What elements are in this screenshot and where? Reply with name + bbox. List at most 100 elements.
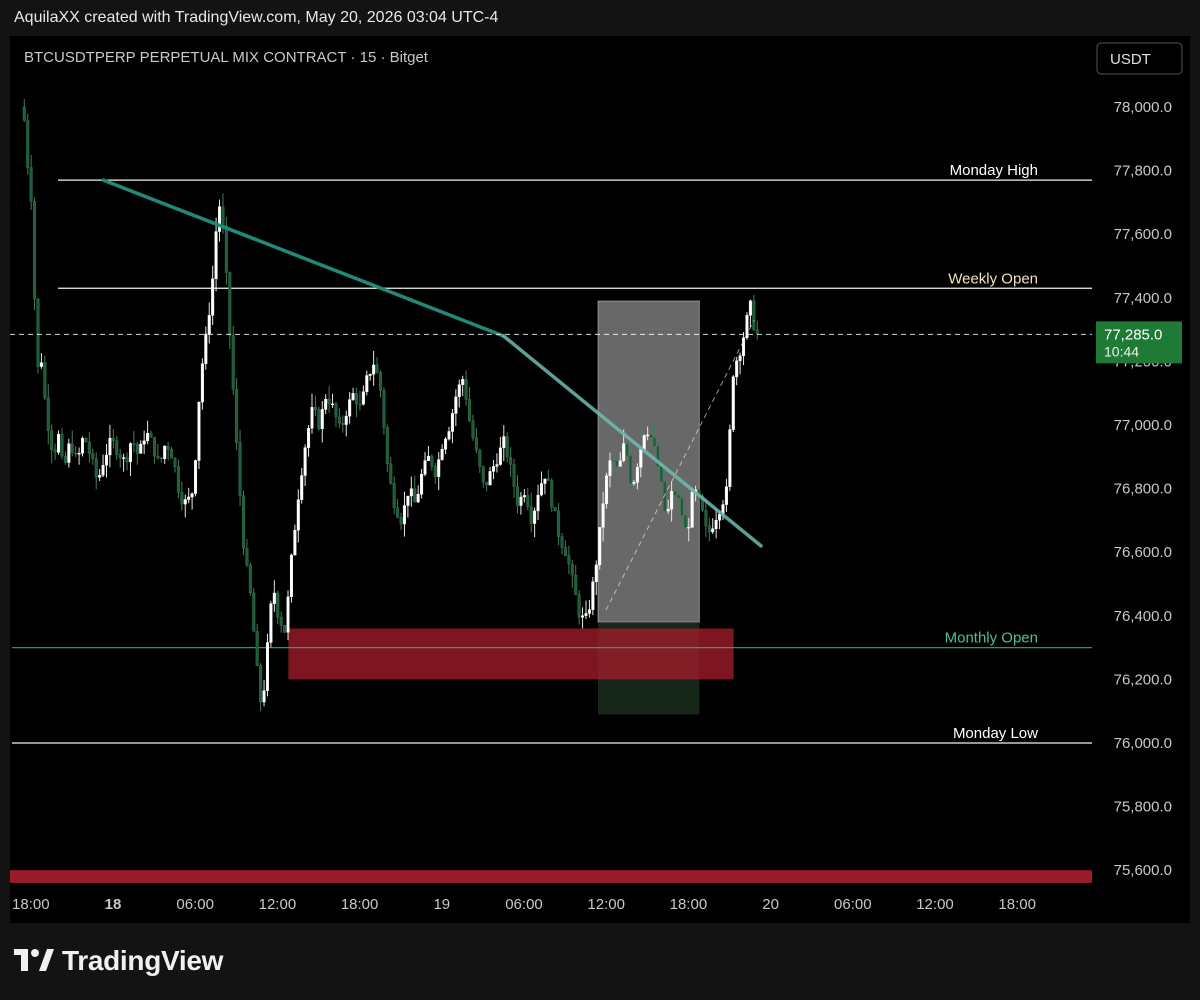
candle[interactable] xyxy=(265,633,269,697)
candle[interactable] xyxy=(629,450,633,488)
candle[interactable] xyxy=(152,437,156,464)
candle[interactable] xyxy=(248,562,252,596)
candle[interactable] xyxy=(492,460,496,480)
candle[interactable] xyxy=(22,98,26,123)
candle[interactable] xyxy=(413,475,417,503)
candle[interactable] xyxy=(211,265,215,326)
price-chart[interactable]: Monday High Weekly Open Monthly Open Monday… xyxy=(10,36,1190,923)
candle[interactable] xyxy=(690,488,694,528)
candle[interactable] xyxy=(94,452,98,490)
candle[interactable] xyxy=(714,508,718,539)
candle[interactable] xyxy=(461,375,465,396)
candle[interactable] xyxy=(409,476,413,507)
candle[interactable] xyxy=(474,427,478,453)
candle[interactable] xyxy=(488,466,492,486)
candle[interactable] xyxy=(63,451,67,465)
candle[interactable] xyxy=(159,456,163,463)
candle[interactable] xyxy=(26,114,30,175)
candle[interactable] xyxy=(423,452,427,477)
candle[interactable] xyxy=(197,401,201,470)
candle[interactable] xyxy=(351,387,355,401)
candle[interactable] xyxy=(173,457,177,473)
candle[interactable] xyxy=(581,607,585,629)
candle[interactable] xyxy=(563,540,567,557)
candle[interactable] xyxy=(406,495,410,518)
candle[interactable] xyxy=(543,478,547,495)
candle[interactable] xyxy=(742,332,746,366)
candle[interactable] xyxy=(310,393,314,434)
candle[interactable] xyxy=(389,456,393,485)
candle[interactable] xyxy=(214,217,218,292)
candle[interactable] xyxy=(437,452,441,491)
candle[interactable] xyxy=(132,431,136,453)
candle[interactable] xyxy=(402,491,406,537)
candle[interactable] xyxy=(553,507,557,512)
candle[interactable] xyxy=(515,475,519,514)
candle[interactable] xyxy=(577,589,581,625)
candle[interactable] xyxy=(67,438,71,468)
candle[interactable] xyxy=(241,490,245,556)
candle[interactable] xyxy=(91,448,95,465)
candle[interactable] xyxy=(187,487,191,504)
candle[interactable] xyxy=(704,498,708,538)
candle[interactable] xyxy=(170,446,174,459)
candle[interactable] xyxy=(39,353,43,369)
candle[interactable] xyxy=(748,299,752,328)
candle[interactable] xyxy=(594,560,598,596)
candle[interactable] xyxy=(738,352,742,375)
candle[interactable] xyxy=(272,580,276,612)
candle[interactable] xyxy=(60,427,64,460)
candle[interactable] xyxy=(43,355,47,401)
candle[interactable] xyxy=(498,436,502,466)
candle[interactable] xyxy=(204,326,208,370)
candle[interactable] xyxy=(539,471,543,497)
candle[interactable] xyxy=(98,468,102,481)
candle[interactable] xyxy=(300,467,304,504)
candle[interactable] xyxy=(29,154,33,210)
candle[interactable] xyxy=(728,424,732,491)
candle[interactable] xyxy=(317,406,321,431)
candle[interactable] xyxy=(416,485,420,503)
candle[interactable] xyxy=(372,350,376,386)
candle[interactable] xyxy=(430,454,434,472)
currency-button-label[interactable]: USDT xyxy=(1110,51,1151,68)
candle[interactable] xyxy=(166,441,170,461)
candle[interactable] xyxy=(176,459,180,499)
candle[interactable] xyxy=(303,444,307,486)
candle[interactable] xyxy=(320,401,324,443)
candle[interactable] xyxy=(296,489,300,543)
candle[interactable] xyxy=(218,199,222,242)
candle[interactable] xyxy=(735,356,739,386)
candle[interactable] xyxy=(146,420,150,445)
candle[interactable] xyxy=(262,680,266,707)
candle[interactable] xyxy=(139,440,143,454)
candle[interactable] xyxy=(50,424,54,464)
candle[interactable] xyxy=(149,430,153,438)
candle[interactable] xyxy=(468,387,472,423)
candle[interactable] xyxy=(519,492,523,515)
candle[interactable] xyxy=(533,507,537,538)
candle[interactable] xyxy=(361,385,365,406)
candle[interactable] xyxy=(235,378,239,450)
candle[interactable] xyxy=(375,357,379,374)
candle[interactable] xyxy=(536,484,540,520)
candle[interactable] xyxy=(447,426,451,441)
currency-button[interactable]: USDT xyxy=(1096,42,1183,75)
candle[interactable] xyxy=(454,389,458,427)
candle[interactable] xyxy=(255,623,259,667)
candle[interactable] xyxy=(731,375,735,433)
candle[interactable] xyxy=(502,425,506,462)
candle[interactable] xyxy=(70,430,74,457)
candle[interactable] xyxy=(190,492,194,510)
candle[interactable] xyxy=(207,302,211,344)
candle[interactable] xyxy=(289,553,293,603)
candle[interactable] xyxy=(283,624,287,634)
candle[interactable] xyxy=(529,492,533,533)
candle[interactable] xyxy=(420,468,424,499)
candle[interactable] xyxy=(557,502,561,546)
candle[interactable] xyxy=(36,297,40,374)
candle[interactable] xyxy=(495,453,499,473)
candle[interactable] xyxy=(122,453,126,472)
candle[interactable] xyxy=(334,401,338,428)
candle[interactable] xyxy=(440,444,444,461)
